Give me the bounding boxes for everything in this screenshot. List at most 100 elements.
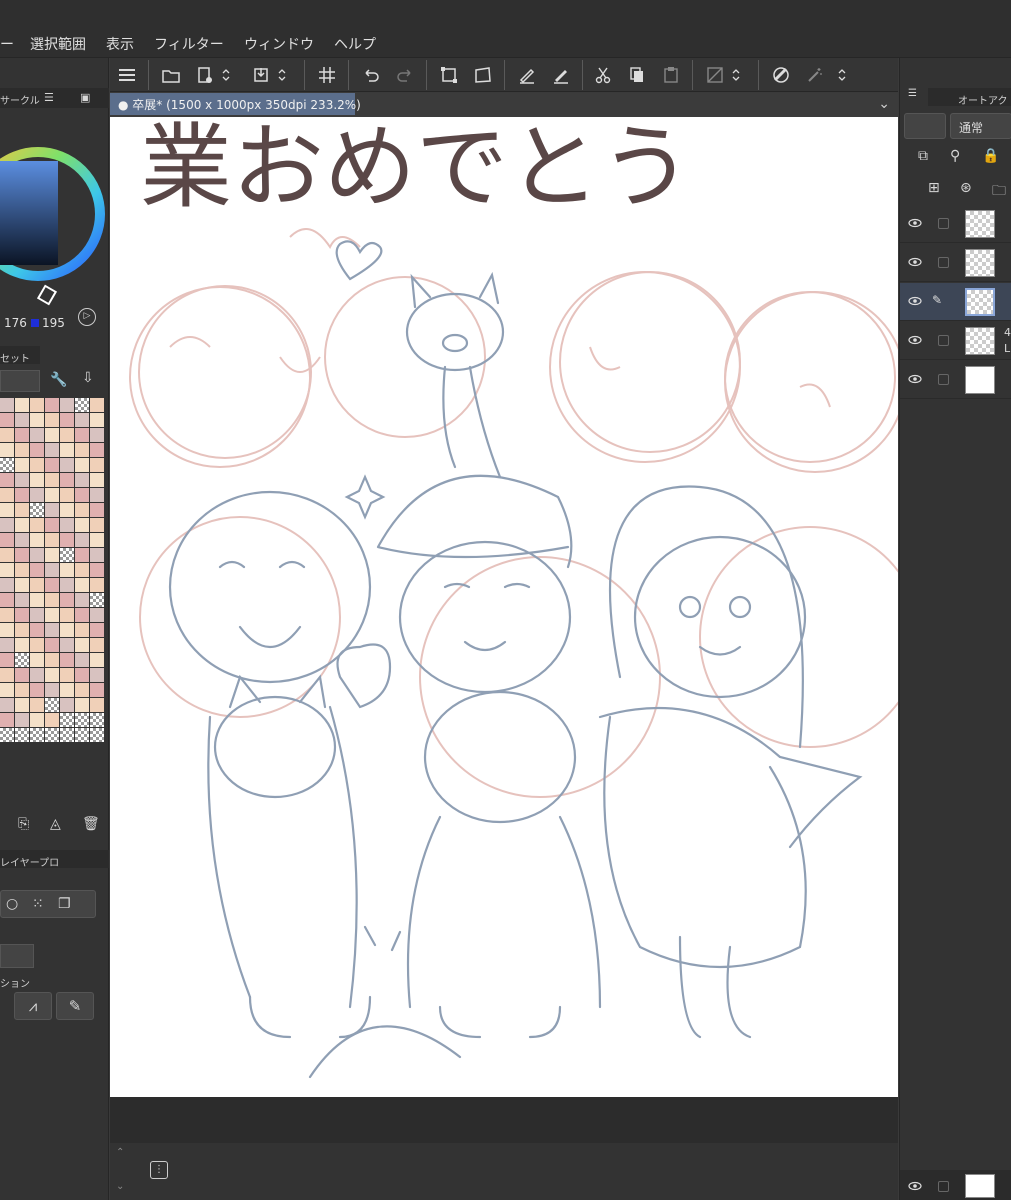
document-tab[interactable]: ● 卒展* (1500 x 1000px 350dpi 233.2%) bbox=[110, 93, 361, 115]
color-swatch[interactable] bbox=[45, 533, 59, 547]
layer-checkbox[interactable] bbox=[938, 1181, 949, 1192]
pen-clear-icon[interactable] bbox=[548, 62, 574, 88]
color-swatch[interactable] bbox=[75, 443, 89, 457]
color-swatch[interactable] bbox=[0, 728, 14, 742]
tab-auto-action[interactable]: オートアク bbox=[958, 92, 1008, 107]
color-swatch[interactable] bbox=[45, 428, 59, 442]
blend-mode-dropdown[interactable]: 通常 bbox=[950, 113, 1011, 139]
color-swatch[interactable] bbox=[75, 413, 89, 427]
color-swatch[interactable] bbox=[45, 608, 59, 622]
wrench-icon[interactable]: 🔧 bbox=[50, 372, 67, 388]
eye-icon[interactable] bbox=[908, 1179, 922, 1193]
tone-effect-icon[interactable]: ⁙ bbox=[32, 896, 44, 912]
color-swatch[interactable] bbox=[15, 488, 29, 502]
color-swatch[interactable] bbox=[60, 563, 74, 577]
color-swatch[interactable] bbox=[45, 638, 59, 652]
new-folder-icon[interactable]: 🗀 bbox=[992, 180, 1006, 204]
color-swatch[interactable] bbox=[60, 458, 74, 472]
color-swatch[interactable] bbox=[90, 668, 104, 682]
color-swatch[interactable] bbox=[75, 398, 89, 412]
color-swatch[interactable] bbox=[45, 668, 59, 682]
color-swatch[interactable] bbox=[90, 473, 104, 487]
chevron-down-icon[interactable]: ⌄ bbox=[878, 96, 890, 112]
color-swatch[interactable] bbox=[0, 653, 14, 667]
hamburger-menu-icon[interactable] bbox=[114, 62, 140, 88]
color-swatch[interactable] bbox=[45, 563, 59, 577]
color-swatch[interactable] bbox=[60, 398, 74, 412]
color-swatch[interactable] bbox=[30, 683, 44, 697]
pen-stroke-icon[interactable] bbox=[514, 62, 540, 88]
tab-icon-b[interactable]: ▣ bbox=[80, 91, 90, 104]
color-swatch[interactable] bbox=[30, 488, 44, 502]
color-swatch[interactable] bbox=[30, 623, 44, 637]
free-transform-icon[interactable] bbox=[470, 62, 496, 88]
circle-effect-icon[interactable]: ○ bbox=[6, 896, 18, 912]
color-swatch[interactable] bbox=[75, 488, 89, 502]
color-swatch[interactable] bbox=[60, 548, 74, 562]
color-swatch[interactable] bbox=[90, 488, 104, 502]
new-file-icon[interactable] bbox=[192, 62, 218, 88]
color-swatch[interactable] bbox=[75, 503, 89, 517]
save-stepper-icon[interactable] bbox=[274, 62, 290, 88]
color-swatch[interactable] bbox=[15, 578, 29, 592]
import-icon[interactable]: ⇩ bbox=[82, 370, 94, 386]
color-swatch[interactable] bbox=[90, 533, 104, 547]
color-swatch[interactable] bbox=[90, 578, 104, 592]
color-swatch[interactable] bbox=[45, 578, 59, 592]
color-swatch[interactable] bbox=[15, 638, 29, 652]
color-swatch[interactable] bbox=[45, 728, 59, 742]
color-swatch[interactable] bbox=[60, 443, 74, 457]
menu-item-view[interactable]: 表示 bbox=[106, 34, 134, 54]
color-swatch[interactable] bbox=[15, 563, 29, 577]
eye-icon[interactable] bbox=[908, 294, 922, 308]
layer-row[interactable]: 4 L bbox=[900, 322, 1011, 360]
color-set-dropdown[interactable] bbox=[0, 370, 40, 392]
color-swatch[interactable] bbox=[45, 653, 59, 667]
redo-icon[interactable] bbox=[392, 62, 418, 88]
color-swatch[interactable] bbox=[30, 638, 44, 652]
color-swatch[interactable] bbox=[15, 683, 29, 697]
color-swatch[interactable] bbox=[30, 608, 44, 622]
color-swatch[interactable] bbox=[45, 683, 59, 697]
color-swatch[interactable] bbox=[90, 683, 104, 697]
menu-item-filter[interactable]: フィルター bbox=[154, 34, 224, 54]
color-swatch[interactable] bbox=[90, 593, 104, 607]
color-swatch[interactable] bbox=[15, 623, 29, 637]
transform-icon[interactable] bbox=[436, 62, 462, 88]
color-swatch[interactable] bbox=[15, 593, 29, 607]
color-swatch[interactable] bbox=[0, 503, 14, 517]
scroll-down-icon[interactable]: ⌄ bbox=[116, 1181, 124, 1192]
color-swatch[interactable] bbox=[45, 503, 59, 517]
color-swatch[interactable] bbox=[0, 533, 14, 547]
color-swatch[interactable] bbox=[15, 518, 29, 532]
color-swatch[interactable] bbox=[75, 593, 89, 607]
color-swatch[interactable] bbox=[45, 488, 59, 502]
color-swatch[interactable] bbox=[45, 413, 59, 427]
color-swatch[interactable] bbox=[0, 608, 14, 622]
color-swatch[interactable] bbox=[75, 653, 89, 667]
color-swatch[interactable] bbox=[75, 518, 89, 532]
color-swatch[interactable] bbox=[30, 503, 44, 517]
color-swatch[interactable] bbox=[60, 518, 74, 532]
new-file-stepper-icon[interactable] bbox=[218, 62, 234, 88]
color-swatch[interactable] bbox=[90, 638, 104, 652]
color-swatch[interactable] bbox=[90, 623, 104, 637]
color-swatch[interactable] bbox=[90, 563, 104, 577]
color-swatch[interactable] bbox=[90, 443, 104, 457]
color-picker-icon[interactable] bbox=[768, 62, 794, 88]
copy-icon[interactable] bbox=[624, 62, 650, 88]
color-swatch[interactable] bbox=[75, 683, 89, 697]
color-swatch[interactable] bbox=[15, 548, 29, 562]
panel-duplicate-icon[interactable]: ⎘ bbox=[18, 816, 29, 832]
color-swatch[interactable] bbox=[15, 698, 29, 712]
color-swatch[interactable] bbox=[60, 533, 74, 547]
undo-icon[interactable] bbox=[358, 62, 384, 88]
color-swatch[interactable] bbox=[90, 503, 104, 517]
color-swatch[interactable] bbox=[0, 518, 14, 532]
color-swatch[interactable] bbox=[75, 548, 89, 562]
panel-trash-icon[interactable]: 🗑 bbox=[82, 816, 100, 832]
color-swatch[interactable] bbox=[90, 608, 104, 622]
color-swatch[interactable] bbox=[75, 623, 89, 637]
tab-color-circle[interactable]: サークル bbox=[0, 92, 40, 107]
tab-layer-property[interactable]: レイヤープロ bbox=[0, 854, 59, 869]
